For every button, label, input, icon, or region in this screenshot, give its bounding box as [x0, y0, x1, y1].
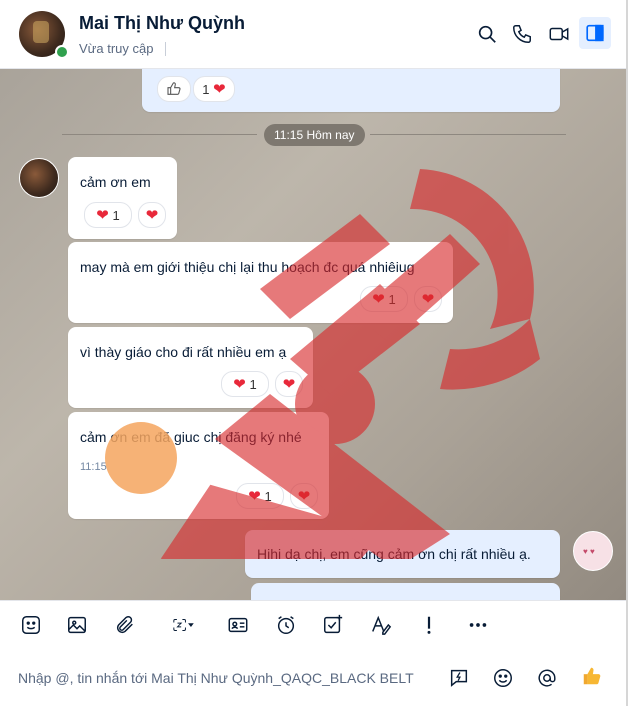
message-list[interactable]: 1 ❤ 11:15 Hôm nay cảm ơn em ❤ 1 ❤ may mà… — [0, 69, 626, 600]
reaction-badge[interactable]: ❤ 1 — [236, 483, 284, 509]
contact-card-icon[interactable] — [226, 613, 250, 637]
heart-icon: ❤ — [248, 487, 261, 505]
mention-icon[interactable] — [535, 666, 559, 690]
task-icon[interactable] — [321, 613, 345, 637]
chat-window: Mai Thị Như Quỳnh Vừa truy cập 1 ❤ 11:15 — [0, 0, 628, 706]
react-heart-button[interactable]: ❤ — [275, 371, 303, 397]
message-bubble[interactable]: may mà em giới thiệu chị lại thu hoạch đ… — [68, 242, 453, 323]
my-message-bubble[interactable]: Hihi dạ chị, em cũng cảm ơn chị rất nhiề… — [245, 530, 560, 578]
message-bubble[interactable]: cảm ơn em ❤ 1 ❤ — [68, 157, 177, 239]
emoji-icon[interactable] — [491, 666, 515, 690]
priority-icon[interactable] — [417, 613, 441, 637]
avatar[interactable] — [19, 158, 59, 198]
reaction-count: 1 — [388, 291, 396, 307]
video-icon[interactable] — [545, 20, 573, 48]
like-reaction-button[interactable] — [157, 76, 191, 102]
thumbs-up-icon — [167, 82, 181, 95]
message-text: Hihi dạ chị, em cũng cảm ơn chị rất nhiề… — [257, 546, 531, 562]
react-heart-button[interactable]: ❤ — [138, 202, 166, 228]
heart-icon: ❤ — [213, 80, 226, 98]
contact-name[interactable]: Mai Thị Như Quỳnh — [79, 13, 245, 34]
sticker-icon[interactable] — [19, 613, 43, 637]
quick-message-icon[interactable] — [447, 666, 471, 690]
screenshot-icon[interactable] — [162, 613, 204, 637]
reaction-badge[interactable]: ❤ 1 — [84, 202, 132, 228]
more-icon[interactable] — [466, 613, 490, 637]
thumbs-up-icon[interactable] — [579, 663, 605, 689]
decorative-dot — [105, 422, 177, 494]
react-heart-button[interactable]: ❤ — [290, 483, 318, 509]
react-heart-button[interactable]: ❤ — [414, 286, 442, 312]
message-text: cảm ơn em — [80, 174, 151, 190]
composer-toolbar — [0, 600, 626, 650]
reaction-badge[interactable]: ❤ 1 — [221, 371, 269, 397]
search-icon[interactable] — [473, 20, 501, 48]
reaction-count: 1 — [264, 488, 272, 504]
reaction-count: 1 — [202, 81, 210, 97]
reaction-count: 1 — [249, 376, 257, 392]
online-status-dot — [55, 45, 69, 59]
heart-icon: ❤ — [372, 290, 385, 308]
reaction-badge[interactable]: ❤ 1 — [360, 286, 408, 312]
chat-header: Mai Thị Như Quỳnh Vừa truy cập — [0, 0, 626, 69]
phone-icon[interactable] — [508, 20, 536, 48]
avatar[interactable]: ♥ ♥ — [573, 531, 613, 571]
heart-icon: ❤ — [282, 375, 296, 393]
sidebar-toggle-icon[interactable] — [579, 17, 611, 49]
reminder-icon[interactable] — [274, 613, 298, 637]
divider — [165, 42, 166, 56]
reaction-badge[interactable]: 1 ❤ — [193, 76, 235, 102]
message-time: 11:15 — [80, 461, 107, 473]
heart-icon: ❤ — [297, 487, 311, 505]
heart-icon: ❤ — [421, 290, 435, 308]
composer — [0, 649, 626, 706]
message-input[interactable] — [16, 663, 440, 693]
heart-icon: ❤ — [96, 206, 109, 224]
message-text: may mà em giới thiệu chị lại thu hoạch đ… — [80, 259, 415, 275]
reaction-count: 1 — [112, 207, 120, 223]
heart-icon: ❤ — [145, 206, 159, 224]
message-text: vì thày giáo cho đi rất nhiều em ạ — [80, 344, 287, 360]
heart-icon: ❤ — [233, 375, 246, 393]
contact-status: Vừa truy cập — [79, 41, 154, 56]
image-icon[interactable] — [65, 613, 89, 637]
divider — [370, 134, 566, 135]
message-bubble[interactable]: vì thày giáo cho đi rất nhiều em ạ ❤ 1 ❤ — [68, 327, 313, 408]
text-format-icon[interactable] — [369, 613, 393, 637]
my-message-bubble-partial[interactable] — [251, 583, 560, 600]
message-bubble-previous[interactable]: 1 ❤ — [142, 69, 560, 112]
time-divider: 11:15 Hôm nay — [264, 124, 365, 146]
divider — [62, 134, 257, 135]
attachment-icon[interactable] — [113, 613, 137, 637]
